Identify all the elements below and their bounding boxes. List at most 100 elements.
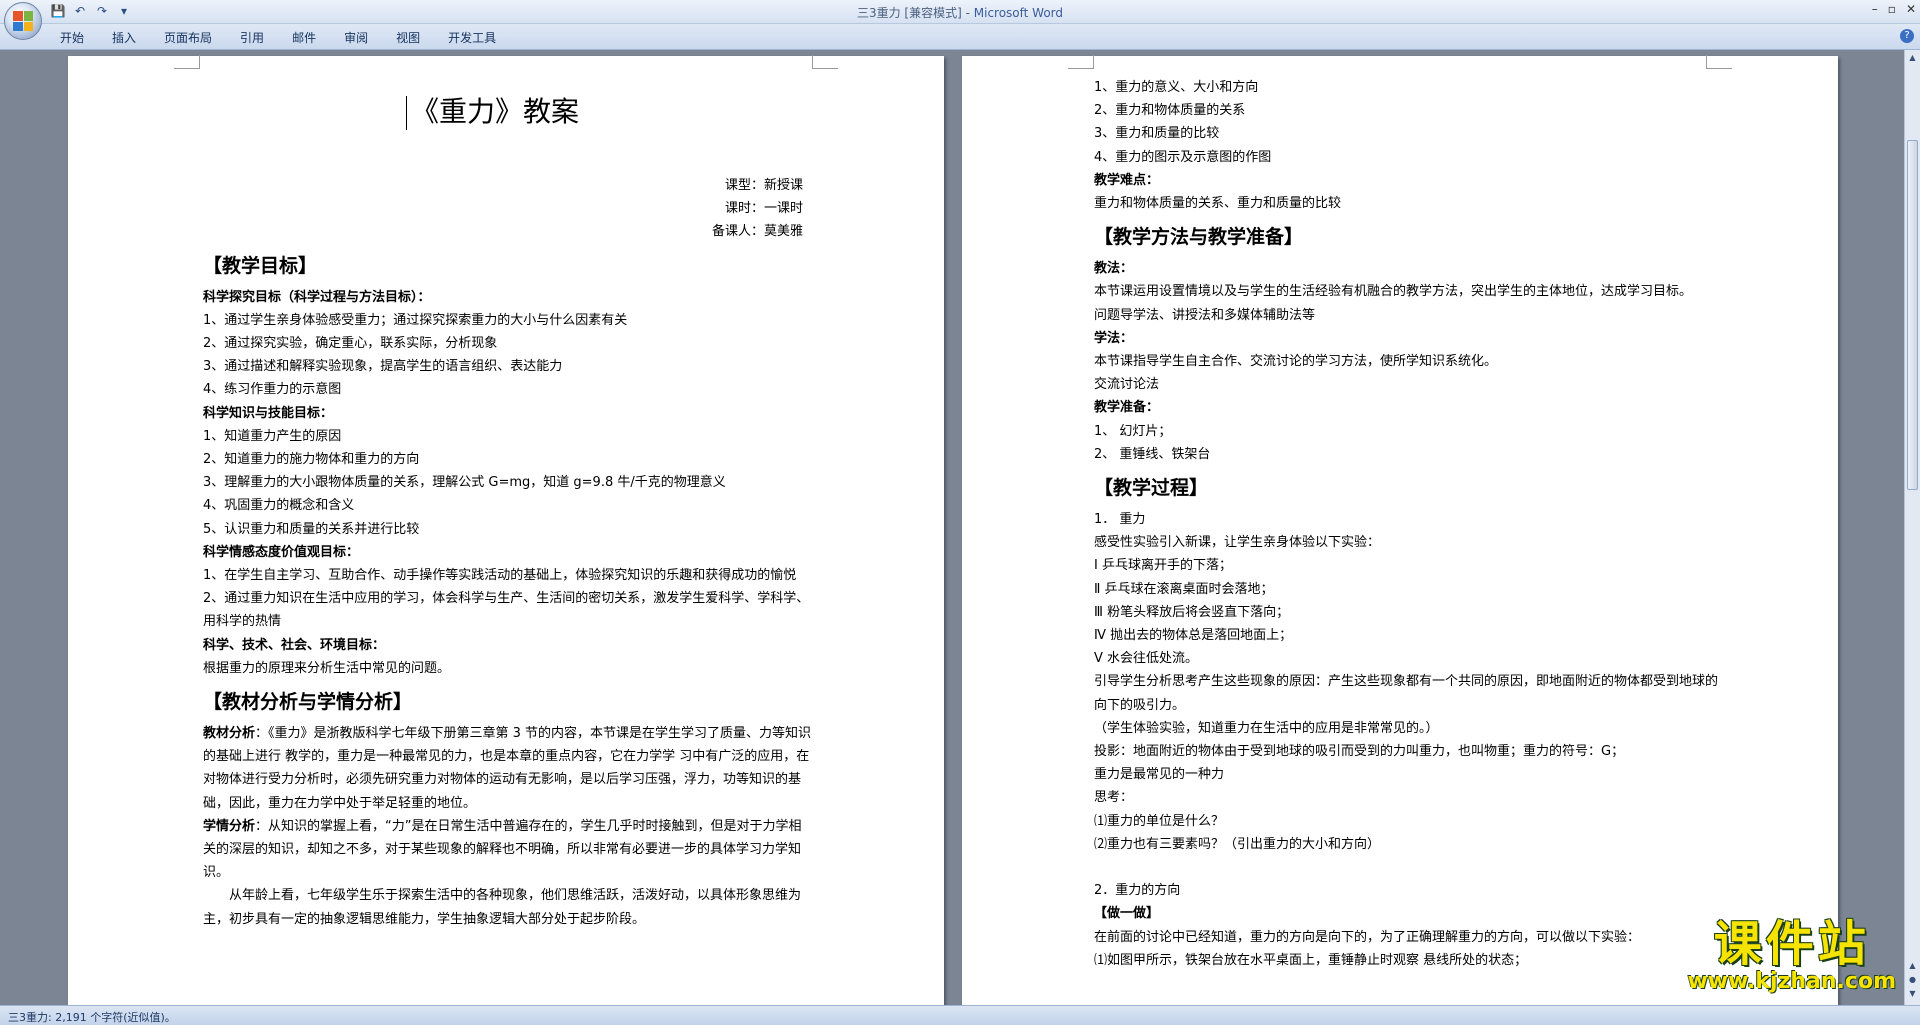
list-item: Ⅳ 抛出去的物体总是落回地面上； xyxy=(1094,628,1293,644)
list-item: 4、重力的图示及示意图的作图 xyxy=(1094,149,1272,165)
list-item: 2、重力和物体质量的关系 xyxy=(1094,103,1246,119)
subheading: 科学情感态度价值观目标： xyxy=(203,544,360,560)
paragraph: （学生体验实验，知道重力在生活中的应用是非常常见的。） xyxy=(1094,720,1439,736)
paragraph: 引导学生分析思考产生这些现象的原因：产生这些现象都有一个共同的原因，即地面附近的… xyxy=(1094,674,1719,713)
window-title: 三3重力 [兼容模式] - Microsoft Word xyxy=(0,4,1920,21)
ribbon-tabs: 开始 插入 页面布局 引用 邮件 审阅 视图 开发工具 xyxy=(60,29,496,46)
next-page-icon[interactable]: ▼ xyxy=(1907,988,1918,1000)
paragraph: ⑴如图甲所示，铁架台放在水平桌面上，重锤静止时观察 悬线所处的状态； xyxy=(1094,952,1528,968)
page-2[interactable]: 1、重力的意义、大小和方向 2、重力和物体质量的关系 3、重力和质量的比较 4、… xyxy=(962,55,1838,1005)
subheading: 科学探究目标（科学过程与方法目标）： xyxy=(203,289,431,305)
section-heading: 【教学目标】 xyxy=(203,254,318,277)
section-heading: 【教材分析与学情分析】 xyxy=(203,691,413,714)
list-item: Ⅱ 乒乓球在滚离桌面时会落地； xyxy=(1094,581,1274,597)
paragraph: 本节课运用设置情境以及与学生的生活经验有机融合的教学方法，突出学生的主体地位，达… xyxy=(1094,284,1693,300)
paragraph: 重力和物体质量的关系、重力和质量的比较 xyxy=(1094,196,1342,212)
text-cursor xyxy=(406,96,407,130)
watermark-url: www.kjzhan.com xyxy=(1687,969,1896,994)
previous-page-icon[interactable]: ▲ xyxy=(1907,960,1918,972)
tab-page-layout[interactable]: 页面布局 xyxy=(164,29,212,46)
paragraph: 问题导学法、讲授法和多媒体辅助法等 xyxy=(1094,307,1316,323)
step-heading: 1． 重力 xyxy=(1094,512,1146,528)
list-item: 1、重力的意义、大小和方向 xyxy=(1094,80,1259,95)
paragraph: 从年龄上看，七年级学生乐于探索生活中的各种现象，他们思维活跃，活泼好动，以具体形… xyxy=(203,888,802,927)
tab-developer[interactable]: 开发工具 xyxy=(448,29,496,46)
browse-object-icon[interactable]: ● xyxy=(1907,974,1918,986)
document-name: 三3重力 [兼容模式] xyxy=(856,6,962,20)
ribbon-tab-bar: 开始 插入 页面布局 引用 邮件 审阅 视图 开发工具 ? xyxy=(0,24,1920,50)
list-item: Ⅰ 乒乓球离开手的下落； xyxy=(1094,558,1232,574)
crop-mark xyxy=(812,55,838,69)
help-icon[interactable]: ? xyxy=(1900,29,1914,43)
maximize-icon[interactable]: ▫ xyxy=(1888,2,1896,16)
title-line: · 《重力》教案 xyxy=(203,94,813,134)
minimize-icon[interactable]: – xyxy=(1872,2,1878,16)
list-item: 4、巩固重力的概念和含义 xyxy=(203,498,355,514)
scroll-up-icon[interactable]: ▲ xyxy=(1907,52,1918,64)
paragraph-text: ：从知识的掌握上看，“力”是在日常生活中普遍存在的，学生几乎时时接触到，但是对于… xyxy=(203,818,802,881)
scrollbar-thumb[interactable] xyxy=(1907,140,1918,490)
page-1[interactable]: · 《重力》教案 课型：新授课 课时：一课时 备课人：莫美雅 【教学目标】 科学… xyxy=(68,55,944,1005)
paragraph: 交流讨论法 xyxy=(1094,377,1160,393)
paragraph: 根据重力的原理来分析生活中常见的问题。 xyxy=(203,660,451,676)
page-2-content: 1、重力的意义、大小和方向 2、重力和物体质量的关系 3、重力和质量的比较 4、… xyxy=(1094,76,1719,972)
paragraph-student-analysis: 学情分析：从知识的掌握上看，“力”是在日常生活中普遍存在的，学生几乎时时接触到，… xyxy=(203,815,813,885)
empty-line xyxy=(1094,856,1719,879)
paragraph-text: ：《重力》是浙教版科学七年级下册第三章第 3 节的内容，本节课是在学生学习了质量… xyxy=(203,726,812,811)
list-item: ⑵重力也有三要素吗？（引出重力的大小和方向） xyxy=(1094,836,1381,852)
section-heading: 【教学过程】 xyxy=(1094,477,1209,500)
app-name: Microsoft Word xyxy=(973,6,1064,20)
list-item: 1、知道重力产生的原因 xyxy=(203,428,342,444)
tab-home[interactable]: 开始 xyxy=(60,29,84,46)
watermark-title: 课件站 xyxy=(1713,916,1870,972)
window-controls: – ▫ ✕ xyxy=(1872,2,1916,16)
word-count[interactable]: 三3重力: 2,191 个字符(近似值)。 xyxy=(8,1009,176,1025)
meta-lesson-hours: 课时：一课时 xyxy=(724,201,803,217)
list-item: 2、通过重力知识在生活中应用的学习，体会科学与生产、生活间的密切关系，激发学生爱… xyxy=(203,591,810,630)
crop-mark xyxy=(1706,55,1732,69)
tab-insert[interactable]: 插入 xyxy=(112,29,136,46)
subheading: 教法： xyxy=(1094,261,1134,277)
tab-view[interactable]: 视图 xyxy=(396,29,420,46)
document-title: 《重力》教案 xyxy=(411,95,580,128)
watermark-logo: 课件站 www.kjzhan.com xyxy=(1687,918,1896,994)
paragraph-label: 教材分析 xyxy=(203,726,256,742)
title-bar: 💾 ↶ ↷ ▾ 三3重力 [兼容模式] - Microsoft Word – ▫… xyxy=(0,0,1920,40)
paragraph: 投影：地面附近的物体由于受到地球的吸引而受到的力叫重力，也叫物重；重力的符号：G… xyxy=(1094,744,1625,760)
paragraph-label: 学情分析 xyxy=(203,818,256,834)
subheading: 思考： xyxy=(1094,790,1134,806)
meta-author: 备课人：莫美雅 xyxy=(711,224,803,240)
list-item: Ⅴ 水会往低处流。 xyxy=(1094,651,1199,667)
list-item: 2、 重锤线、铁架台 xyxy=(1094,446,1211,462)
list-item: 4、练习作重力的示意图 xyxy=(203,382,342,398)
list-item: 5、认识重力和质量的关系并进行比较 xyxy=(203,521,420,537)
vertical-scrollbar[interactable]: ▲ ▲ ● ▼ xyxy=(1904,50,1920,1005)
tab-references[interactable]: 引用 xyxy=(240,29,264,46)
step-heading: 2．重力的方向 xyxy=(1094,883,1181,899)
subheading: 科学、技术、社会、环境目标： xyxy=(203,637,386,653)
office-logo-icon xyxy=(13,11,33,31)
list-item: 1、 幻灯片； xyxy=(1094,423,1172,439)
office-button[interactable] xyxy=(4,2,42,40)
list-item: 3、重力和质量的比较 xyxy=(1094,126,1220,142)
title-separator: - xyxy=(961,6,974,20)
subheading: 教学难点： xyxy=(1094,172,1160,188)
list-item: 2、通过探究实验，确定重心，联系实际，分析现象 xyxy=(203,336,498,352)
page-1-content: · 《重力》教案 课型：新授课 课时：一课时 备课人：莫美雅 【教学目标】 科学… xyxy=(203,56,813,931)
list-item: 3、理解重力的大小跟物体质量的关系，理解公式 G=mg，知道 g=9.8 牛/千… xyxy=(203,475,726,491)
paragraph: 本节课指导学生自主合作、交流讨论的学习方法，使所学知识系统化。 xyxy=(1094,354,1498,370)
paragraph: 重力是最常见的一种力 xyxy=(1094,767,1225,783)
close-icon[interactable]: ✕ xyxy=(1906,2,1916,16)
paragraph: 在前面的讨论中已经知道，重力的方向是向下的，为了正确理解重力的方向，可以做以下实… xyxy=(1094,929,1641,945)
list-item: 1、通过学生亲身体验感受重力；通过探究探索重力的大小与什么因素有关 xyxy=(203,312,628,328)
list-item: ⑴重力的单位是什么？ xyxy=(1094,813,1225,829)
subheading: 学法： xyxy=(1094,330,1134,346)
status-bar: 三3重力: 2,191 个字符(近似值)。 xyxy=(0,1005,1920,1025)
paragraph: 感受性实验引入新课，让学生亲身体验以下实验： xyxy=(1094,535,1381,551)
meta-lesson-type: 课型：新授课 xyxy=(724,178,803,193)
list-item: 2、知道重力的施力物体和重力的方向 xyxy=(203,452,420,468)
tab-review[interactable]: 审阅 xyxy=(344,29,368,46)
subheading: 教学准备： xyxy=(1094,400,1160,416)
tab-mailings[interactable]: 邮件 xyxy=(292,29,316,46)
subheading: 科学知识与技能目标： xyxy=(203,405,334,421)
